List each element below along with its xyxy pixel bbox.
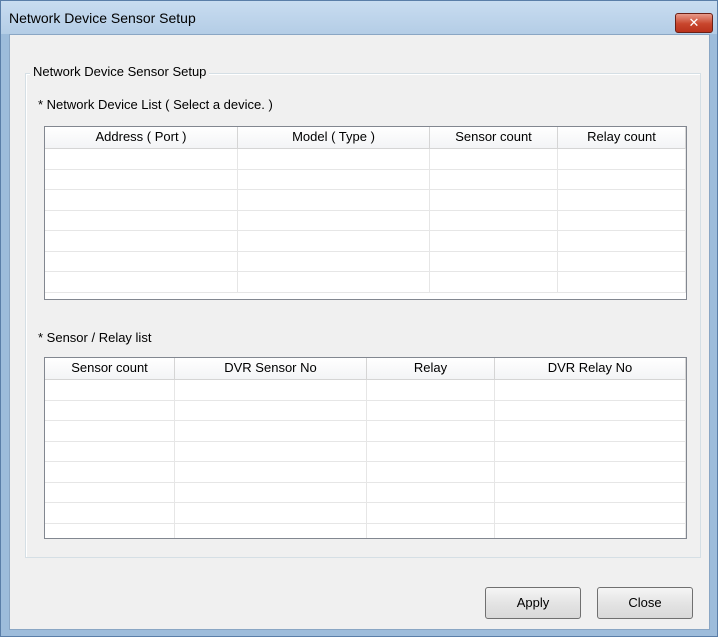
table-cell: [238, 210, 430, 231]
sensor-list-label: * Sensor / Relay list: [38, 330, 152, 345]
column-header-model[interactable]: Model ( Type ): [238, 127, 430, 149]
table-cell: [495, 380, 686, 401]
table-cell: [175, 400, 367, 421]
table-cell: [495, 523, 686, 538]
table-cell: [238, 272, 430, 293]
table-row[interactable]: [45, 421, 686, 442]
table-cell: [238, 231, 430, 252]
column-header-relay[interactable]: Relay: [367, 358, 495, 380]
table-row[interactable]: [45, 380, 686, 401]
window-title: Network Device Sensor Setup: [9, 10, 196, 26]
column-header-address[interactable]: Address ( Port ): [45, 127, 238, 149]
table-cell: [430, 149, 558, 170]
table-cell: [45, 190, 238, 211]
table-row[interactable]: [45, 169, 686, 190]
table-cell: [430, 251, 558, 272]
table-cell: [558, 272, 686, 293]
table-row[interactable]: [45, 441, 686, 462]
table-row[interactable]: [45, 210, 686, 231]
table-cell: [367, 441, 495, 462]
table-row[interactable]: [45, 149, 686, 170]
table-row[interactable]: [45, 482, 686, 503]
table-cell: [367, 400, 495, 421]
table-cell: [45, 380, 175, 401]
table-cell: [558, 169, 686, 190]
table-cell: [175, 482, 367, 503]
table-cell: [238, 251, 430, 272]
title-bar[interactable]: Network Device Sensor Setup ✕: [1, 1, 717, 34]
table-cell: [430, 231, 558, 252]
table-cell: [495, 441, 686, 462]
table-cell: [45, 400, 175, 421]
table-row[interactable]: [45, 462, 686, 483]
table-row[interactable]: [45, 190, 686, 211]
device-list[interactable]: Address ( Port ) Model ( Type ) Sensor c…: [44, 126, 687, 300]
table-cell: [45, 503, 175, 524]
table-cell: [45, 272, 238, 293]
table-cell: [45, 482, 175, 503]
column-header-dvr-relay-no[interactable]: DVR Relay No: [495, 358, 686, 380]
table-cell: [430, 190, 558, 211]
table-cell: [238, 149, 430, 170]
table-cell: [367, 482, 495, 503]
table-cell: [175, 462, 367, 483]
sensor-list-body: [45, 380, 686, 538]
sensor-relay-list[interactable]: Sensor count DVR Sensor No Relay DVR Rel…: [44, 357, 687, 539]
table-cell: [45, 169, 238, 190]
table-cell: [45, 231, 238, 252]
table-row[interactable]: [45, 400, 686, 421]
column-header-dvr-sensor-no[interactable]: DVR Sensor No: [175, 358, 367, 380]
table-cell: [430, 210, 558, 231]
table-cell: [175, 421, 367, 442]
groupbox-label: Network Device Sensor Setup: [30, 64, 210, 79]
table-cell: [238, 190, 430, 211]
device-list-label: * Network Device List ( Select a device.…: [38, 97, 273, 112]
table-cell: [45, 149, 238, 170]
table-cell: [558, 190, 686, 211]
table-cell: [495, 400, 686, 421]
table-cell: [367, 503, 495, 524]
table-cell: [558, 210, 686, 231]
device-list-header: Address ( Port ) Model ( Type ) Sensor c…: [45, 127, 686, 149]
table-row[interactable]: [45, 231, 686, 252]
table-cell: [430, 169, 558, 190]
table-cell: [238, 169, 430, 190]
table-cell: [45, 462, 175, 483]
table-cell: [45, 421, 175, 442]
table-row[interactable]: [45, 251, 686, 272]
table-cell: [45, 210, 238, 231]
table-cell: [495, 421, 686, 442]
table-cell: [558, 231, 686, 252]
table-cell: [495, 462, 686, 483]
table-cell: [430, 272, 558, 293]
sensor-list-header: Sensor count DVR Sensor No Relay DVR Rel…: [45, 358, 686, 380]
table-cell: [45, 251, 238, 272]
column-header-sensor-count[interactable]: Sensor count: [430, 127, 558, 149]
table-row[interactable]: [45, 503, 686, 524]
close-window-icon[interactable]: ✕: [675, 13, 713, 33]
table-cell: [367, 523, 495, 538]
table-cell: [175, 380, 367, 401]
table-cell: [558, 149, 686, 170]
table-cell: [558, 251, 686, 272]
table-cell: [45, 441, 175, 462]
table-cell: [495, 503, 686, 524]
table-cell: [367, 380, 495, 401]
close-button[interactable]: Close: [597, 587, 693, 619]
table-row[interactable]: [45, 523, 686, 538]
device-list-body: [45, 149, 686, 293]
table-cell: [495, 482, 686, 503]
column-header-sensor-count[interactable]: Sensor count: [45, 358, 175, 380]
table-cell: [175, 441, 367, 462]
table-cell: [45, 523, 175, 538]
apply-button[interactable]: Apply: [485, 587, 581, 619]
table-cell: [175, 523, 367, 538]
table-cell: [367, 421, 495, 442]
table-cell: [367, 462, 495, 483]
table-cell: [175, 503, 367, 524]
column-header-relay-count[interactable]: Relay count: [558, 127, 686, 149]
table-row[interactable]: [45, 272, 686, 293]
